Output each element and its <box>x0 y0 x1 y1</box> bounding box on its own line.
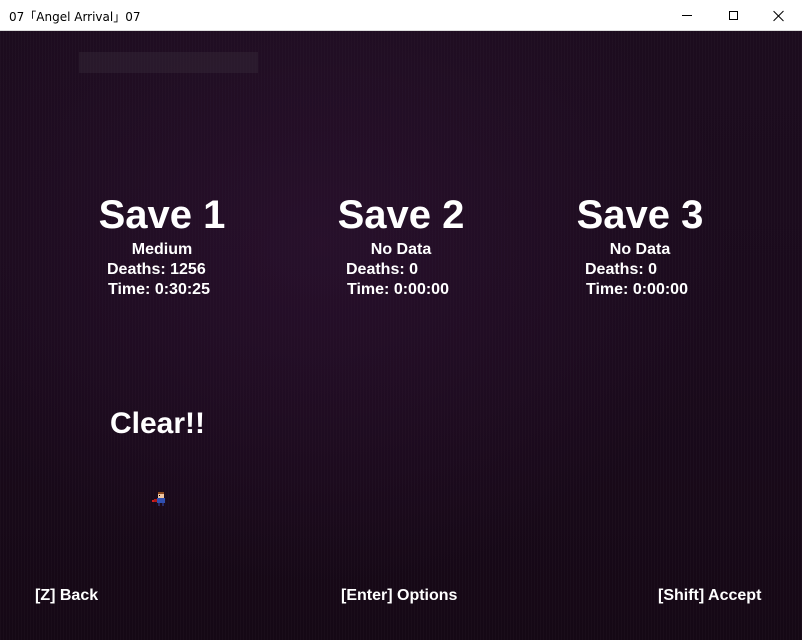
save-slot-difficulty: No Data <box>370 241 432 258</box>
close-button[interactable] <box>756 0 802 31</box>
save-slot-stats: Deaths: 1256 Time: 0:30:25 <box>62 260 262 304</box>
options-control-hint: [Enter] Options <box>341 587 458 604</box>
save-slot-stats: Deaths: 0 Time: 0:00:00 <box>301 260 501 304</box>
back-control-hint: [Z] Back <box>35 587 99 604</box>
save-slot-deaths: Deaths: 0 <box>585 261 658 278</box>
close-icon <box>773 10 785 22</box>
maximize-icon <box>728 11 738 20</box>
save-slot-title: Save 3 <box>576 193 704 237</box>
window-title: 07「Angel Arrival」07 <box>9 10 141 24</box>
save-slot-time: Time: 0:00:00 <box>347 281 449 298</box>
save-slot-3[interactable]: Save 3 No Data Deaths: 0 Time: 0:00:00 <box>540 191 740 304</box>
save-slot-deaths: Deaths: 1256 <box>107 261 206 278</box>
save-slot-stats: Deaths: 0 Time: 0:00:00 <box>540 260 740 304</box>
save-slot-deaths: Deaths: 0 <box>346 261 419 278</box>
player-character-icon <box>152 492 165 506</box>
minimize-button[interactable] <box>664 0 710 31</box>
save-slot-time: Time: 0:30:25 <box>108 281 210 298</box>
game-canvas: Save 1 Medium Deaths: 1256 Time: 0:30:25… <box>0 31 802 640</box>
faded-banner <box>79 52 258 73</box>
save-slot-title: Save 2 <box>337 193 465 237</box>
accept-control-hint: [Shift] Accept <box>658 587 762 604</box>
save-slot-difficulty: No Data <box>609 241 671 258</box>
maximize-button[interactable] <box>710 0 756 31</box>
save-slot-title: Save 1 <box>98 193 226 237</box>
save-slot-time: Time: 0:00:00 <box>586 281 688 298</box>
save-slot-1[interactable]: Save 1 Medium Deaths: 1256 Time: 0:30:25 <box>62 191 262 304</box>
save-slot-difficulty: Medium <box>131 241 193 258</box>
game-window: 07「Angel Arrival」07 Save 1 Medium Deaths… <box>0 0 802 640</box>
save-slot-2[interactable]: Save 2 No Data Deaths: 0 Time: 0:00:00 <box>301 191 501 304</box>
minimize-icon <box>682 15 692 16</box>
clear-label: Clear!! <box>110 407 206 440</box>
title-bar[interactable]: 07「Angel Arrival」07 <box>0 0 802 31</box>
